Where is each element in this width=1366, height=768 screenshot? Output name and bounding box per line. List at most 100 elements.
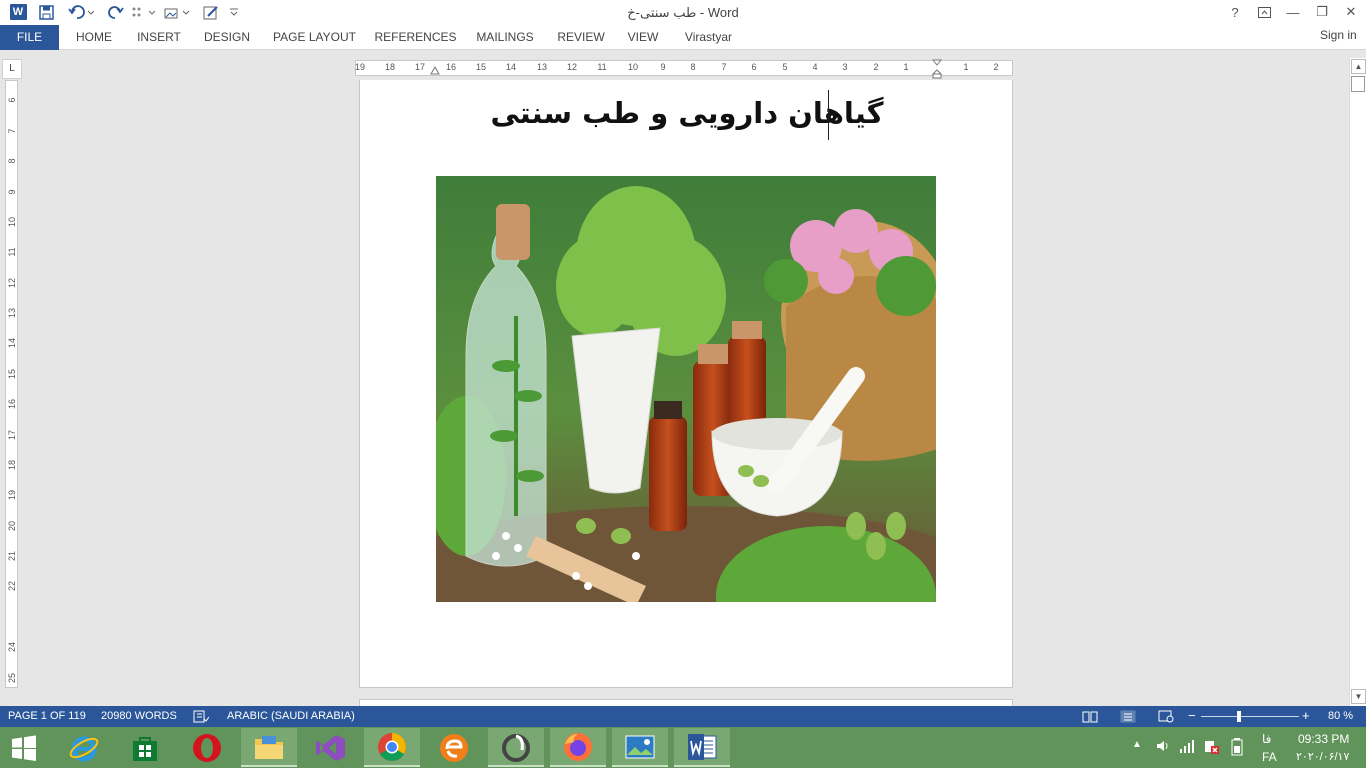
ruler-tick: 2 bbox=[993, 62, 999, 72]
ruler-tick: 3 bbox=[842, 62, 848, 72]
page-count[interactable]: PAGE 1 OF 119 bbox=[8, 710, 86, 722]
close-button[interactable]: ✕ bbox=[1338, 2, 1364, 22]
taskbar-file-explorer[interactable] bbox=[241, 728, 297, 767]
ruler-tick: 12 bbox=[7, 278, 17, 289]
taskbar-visual-studio[interactable] bbox=[303, 728, 359, 767]
ruler-tick: 9 bbox=[660, 62, 666, 72]
ruler-tick: 6 bbox=[7, 97, 17, 103]
security-button[interactable] bbox=[1203, 738, 1219, 757]
taskbar-eset[interactable] bbox=[426, 728, 482, 767]
undo-button[interactable] bbox=[66, 3, 96, 21]
vertical-ruler[interactable]: 6 7 8 9 10 11 12 13 14 15 16 17 18 19 20 21 22 24 25 bbox=[5, 80, 18, 688]
tab-references[interactable]: REFERENCES bbox=[372, 25, 459, 50]
status-bar: PAGE 1 OF 119 20980 WORDS ARABIC (SAUDI … bbox=[0, 706, 1366, 727]
tab-view[interactable]: VIEW bbox=[620, 25, 666, 50]
zoom-in-button[interactable]: + bbox=[1302, 708, 1310, 723]
clock-date[interactable]: ۲۰۲۰/۰۶/۱۷ bbox=[1296, 750, 1349, 763]
taskbar-opera[interactable] bbox=[179, 728, 235, 767]
taskbar-firefox[interactable] bbox=[550, 728, 606, 767]
proofing-button[interactable] bbox=[193, 710, 210, 726]
horizontal-ruler[interactable]: 19 18 17 16 15 14 13 12 11 10 9 8 7 6 5 4 3 2 1 1 2 bbox=[355, 59, 1013, 79]
web-layout-button[interactable] bbox=[1158, 710, 1174, 726]
word-count[interactable]: 20980 WORDS bbox=[101, 710, 177, 722]
taskbar-store[interactable] bbox=[117, 728, 173, 767]
zoom-slider-thumb[interactable] bbox=[1237, 711, 1241, 722]
input-language-code[interactable]: FA bbox=[1262, 750, 1277, 764]
volume-icon bbox=[1157, 741, 1168, 751]
show-hidden-icons-button[interactable]: ▲ bbox=[1132, 739, 1142, 750]
touch-mode-button[interactable] bbox=[128, 3, 158, 21]
tab-review[interactable]: REVIEW bbox=[551, 25, 611, 50]
tab-design[interactable]: DESIGN bbox=[197, 25, 257, 50]
taskbar-photos[interactable] bbox=[612, 728, 668, 767]
tab-file[interactable]: FILE bbox=[0, 25, 59, 50]
ruler-tick: 13 bbox=[536, 62, 548, 72]
restore-button[interactable]: ❐ bbox=[1309, 2, 1335, 22]
tab-page-layout[interactable]: PAGE LAYOUT bbox=[266, 25, 363, 50]
ribbon-display-options-button[interactable] bbox=[1251, 2, 1277, 22]
word-logo-icon[interactable]: W bbox=[8, 3, 28, 21]
save-icon bbox=[38, 4, 54, 20]
window-title: طب سنتی-خ - Word bbox=[627, 5, 739, 20]
minimize-button[interactable]: — bbox=[1280, 2, 1306, 22]
tab-mailings[interactable]: MAILINGS bbox=[468, 25, 542, 50]
ruler-tick: 7 bbox=[721, 62, 727, 72]
ruler-tick: 21 bbox=[7, 551, 17, 562]
read-mode-button[interactable] bbox=[1082, 710, 1098, 726]
scroll-up-button[interactable]: ▲ bbox=[1351, 59, 1366, 74]
ruler-tick: 19 bbox=[7, 490, 17, 501]
volume-button[interactable] bbox=[1155, 738, 1171, 757]
ruler-tick: 9 bbox=[7, 189, 17, 195]
store-icon bbox=[133, 736, 157, 761]
redo-button[interactable] bbox=[106, 3, 126, 21]
chevron-down-icon bbox=[230, 8, 238, 16]
scroll-down-button[interactable]: ▼ bbox=[1351, 689, 1366, 704]
chrome-icon bbox=[378, 732, 406, 761]
edit-button[interactable] bbox=[200, 3, 222, 21]
ruler-tick: 12 bbox=[566, 62, 578, 72]
battery-icon bbox=[1231, 738, 1243, 756]
herbal-medicine-image[interactable] bbox=[436, 176, 936, 602]
tab-selector-button[interactable]: L bbox=[2, 59, 22, 79]
tab-virastyar[interactable]: Virastyar bbox=[675, 25, 742, 50]
zoom-slider[interactable] bbox=[1201, 716, 1299, 717]
photos-icon bbox=[625, 735, 655, 758]
zoom-level[interactable]: 80 % bbox=[1328, 710, 1353, 722]
tab-home[interactable]: HOME bbox=[65, 25, 123, 50]
scroll-thumb[interactable] bbox=[1351, 76, 1365, 92]
help-button[interactable]: ? bbox=[1222, 2, 1248, 22]
taskbar-app[interactable] bbox=[488, 728, 544, 767]
network-button[interactable] bbox=[1179, 738, 1195, 757]
ruler-tick: 11 bbox=[7, 247, 17, 257]
windows-icon bbox=[12, 734, 36, 761]
language-indicator[interactable]: ARABIC (SAUDI ARABIA) bbox=[227, 710, 355, 722]
print-layout-button[interactable] bbox=[1120, 710, 1136, 726]
insert-picture-button[interactable] bbox=[162, 3, 192, 21]
ruler-tick: 25 bbox=[7, 673, 17, 684]
document-heading[interactable]: گیاهان دارویی و طب سنتی bbox=[460, 96, 914, 130]
start-button[interactable] bbox=[0, 728, 48, 767]
tab-insert[interactable]: INSERT bbox=[131, 25, 187, 50]
app-icon bbox=[502, 733, 530, 762]
ruler-tick: 15 bbox=[475, 62, 487, 72]
sign-in-link[interactable]: Sign in bbox=[1320, 28, 1357, 42]
ruler-tick: 16 bbox=[7, 399, 17, 410]
taskbar-internet-explorer[interactable] bbox=[56, 728, 112, 767]
read-mode-icon bbox=[1082, 711, 1098, 723]
firefox-icon bbox=[564, 732, 592, 761]
customize-toolbar-button[interactable] bbox=[228, 3, 240, 21]
document-page[interactable]: گیاهان دارویی و طب سنتی bbox=[359, 80, 1013, 688]
zoom-out-button[interactable]: − bbox=[1188, 708, 1196, 723]
ruler-tick: 20 bbox=[7, 521, 17, 532]
taskbar-word[interactable] bbox=[674, 728, 730, 767]
eset-icon bbox=[440, 733, 468, 762]
save-button[interactable] bbox=[36, 3, 56, 21]
redo-icon bbox=[108, 5, 124, 19]
battery-button[interactable] bbox=[1231, 738, 1243, 759]
ruler-tick: 17 bbox=[7, 430, 17, 441]
vertical-scrollbar[interactable]: ▲ ▼ bbox=[1349, 58, 1366, 706]
clock-time[interactable]: 09:33 PM bbox=[1298, 732, 1349, 746]
ruler-tick: 5 bbox=[782, 62, 788, 72]
taskbar-chrome[interactable] bbox=[364, 728, 420, 767]
input-language-native[interactable]: فا bbox=[1262, 732, 1271, 746]
